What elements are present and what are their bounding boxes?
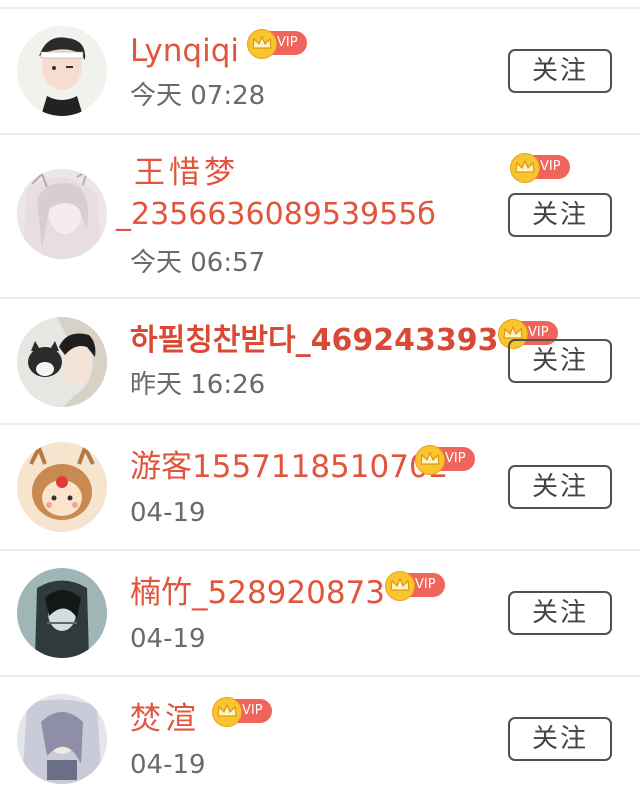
vip-badge: VIP xyxy=(212,697,272,727)
list-item[interactable]: 王惜梦 _235663608953955б VIP 今天 06:57 关注 xyxy=(0,135,640,297)
list-item[interactable]: 焚渲 VIP 04-19 关注 xyxy=(0,677,640,792)
avatar[interactable] xyxy=(17,169,107,259)
crown-icon xyxy=(415,445,445,475)
user-name-line2[interactable]: _235663608953955б xyxy=(116,195,436,235)
crown-icon xyxy=(212,697,242,727)
avatar[interactable] xyxy=(17,694,107,784)
vip-badge: VIP xyxy=(247,29,307,59)
vip-badge: VIP xyxy=(385,571,445,601)
avatar[interactable] xyxy=(17,442,107,532)
follow-button[interactable]: 关注 xyxy=(508,591,612,635)
timestamp: 今天 06:57 xyxy=(130,248,266,278)
follow-button[interactable]: 关注 xyxy=(508,193,612,237)
vip-label: VIP xyxy=(445,451,466,466)
timestamp: 昨天 16:26 xyxy=(130,370,266,400)
vip-label: VIP xyxy=(415,577,436,592)
list-item[interactable]: 游客15571185107​02 VIP 04-19 关注 xyxy=(0,425,640,549)
list-item[interactable]: Lynqiqi VIP 今天 07:28 关注 xyxy=(0,9,640,133)
user-name[interactable]: 焚渲 xyxy=(130,699,200,739)
follow-button[interactable]: 关注 xyxy=(508,465,612,509)
vip-badge: VIP xyxy=(510,153,570,183)
list-item[interactable]: 楠竹_528920873 VIP 04-19 关注 xyxy=(0,551,640,675)
vip-label: VIP xyxy=(277,35,298,50)
follow-button[interactable]: 关注 xyxy=(508,49,612,93)
user-name-line1[interactable]: 王惜梦 xyxy=(134,153,239,193)
avatar[interactable] xyxy=(17,26,107,116)
user-name[interactable]: 楠竹_528920873 xyxy=(130,573,385,613)
user-name[interactable]: 하필칭찬받다_469243393 xyxy=(130,321,498,361)
timestamp: 04-19 xyxy=(130,750,206,780)
follow-button[interactable]: 关注 xyxy=(508,339,612,383)
crown-icon xyxy=(510,153,540,183)
timestamp: 04-19 xyxy=(130,498,206,528)
user-name[interactable]: 游客15571185107​02 xyxy=(130,447,448,487)
follow-list: Lynqiqi VIP 今天 07:28 关注 王惜梦 _23566360895… xyxy=(0,0,640,792)
vip-badge: VIP xyxy=(415,445,475,475)
vip-label: VIP xyxy=(540,159,561,174)
avatar[interactable] xyxy=(17,317,107,407)
vip-label: VIP xyxy=(242,703,263,718)
follow-button[interactable]: 关注 xyxy=(508,717,612,761)
timestamp: 04-19 xyxy=(130,624,206,654)
timestamp: 今天 07:28 xyxy=(130,81,266,111)
list-item[interactable]: 하필칭찬받다_469243393 VIP 昨天 16:26 关注 xyxy=(0,299,640,423)
avatar[interactable] xyxy=(17,568,107,658)
user-name[interactable]: Lynqiqi xyxy=(130,31,239,71)
crown-icon xyxy=(247,29,277,59)
crown-icon xyxy=(385,571,415,601)
